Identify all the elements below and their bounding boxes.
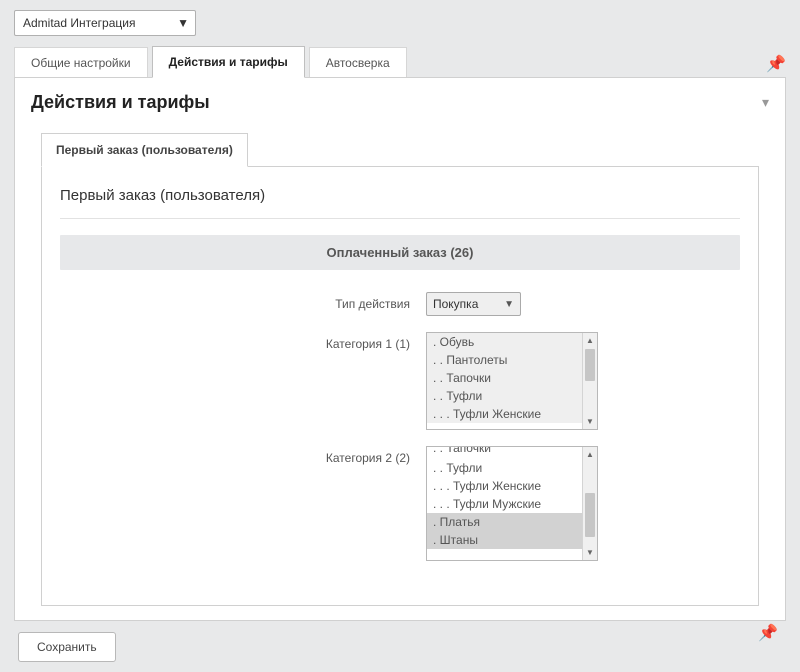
scroll-up-icon[interactable]: ▲ [583,447,597,462]
scroll-down-icon[interactable]: ▼ [583,545,597,560]
row-category-1: Категория 1 (1) . Обувь . . Пантолеты . … [60,332,740,430]
top-bar: Admitad Интеграция ▼ [0,0,800,46]
save-button[interactable]: Сохранить [18,632,116,662]
divider [60,218,740,219]
tab-general[interactable]: Общие настройки [14,47,148,78]
panel-title: Действия и тарифы [31,92,210,113]
select-action-type[interactable]: Покупка ▼ [426,292,521,316]
row-category-2: Категория 2 (2) . . Тапочки . . Туфли . … [60,446,740,561]
list-item[interactable]: . Платья [427,513,597,531]
label-category-2: Категория 2 (2) [60,446,426,465]
outer-tabs: Общие настройки Действия и тарифы Автосв… [0,46,800,78]
label-category-1: Категория 1 (1) [60,332,426,351]
list-item[interactable]: . . . Туфли Мужские [427,495,597,513]
tab-actions[interactable]: Действия и тарифы [152,46,305,78]
listbox-inner: . . Тапочки . . Туфли . . . Туфли Женски… [427,447,597,549]
list-item[interactable]: . . Туфли [427,387,597,405]
footer: Сохранить [0,622,800,672]
list-item[interactable]: . . . Туфли Женские [427,405,597,423]
list-item[interactable]: . . Туфли [427,459,597,477]
order-banner: Оплаченный заказ (26) [60,235,740,270]
row-action-type: Тип действия Покупка ▼ [60,292,740,316]
tab-autocheck[interactable]: Автосверка [309,47,407,78]
list-item[interactable]: . Штаны [427,531,597,549]
sub-panel: Первый заказ (пользователя) Оплаченный з… [41,166,759,606]
pin-icon[interactable]: 📌 [758,623,778,643]
main-panel: Действия и тарифы ▾ Первый заказ (пользо… [14,77,786,621]
list-item[interactable]: . Обувь [427,333,597,351]
scroll-down-icon[interactable]: ▼ [583,414,597,429]
listbox-inner: . Обувь . . Пантолеты . . Тапочки . . Ту… [427,333,597,423]
module-select-label: Admitad Интеграция [23,16,135,30]
panel-header: Действия и тарифы ▾ [15,78,785,119]
list-item[interactable]: . . Тапочки [427,447,597,457]
list-item[interactable]: . . Тапочки [427,369,597,387]
module-select[interactable]: Admitad Интеграция ▼ [14,10,196,36]
select-action-type-value: Покупка [433,297,478,311]
label-action-type: Тип действия [60,292,426,311]
sub-tab-first-order[interactable]: Первый заказ (пользователя) [41,133,248,167]
scrollbar[interactable]: ▲ ▼ [582,447,597,560]
scroll-thumb[interactable] [585,493,595,537]
listbox-category-2[interactable]: . . Тапочки . . Туфли . . . Туфли Женски… [426,446,598,561]
collapse-icon[interactable]: ▾ [762,94,769,111]
caret-down-icon: ▼ [504,299,514,310]
list-item[interactable]: . . Пантолеты [427,351,597,369]
sub-title: Первый заказ (пользователя) [60,183,740,218]
scroll-up-icon[interactable]: ▲ [583,333,597,348]
scroll-thumb[interactable] [585,349,595,381]
pin-icon[interactable]: 📌 [766,54,786,74]
panel-body: Первый заказ (пользователя) Первый заказ… [15,119,785,620]
list-item[interactable]: . . . Туфли Женские [427,477,597,495]
listbox-category-1[interactable]: . Обувь . . Пантолеты . . Тапочки . . Ту… [426,332,598,430]
scrollbar[interactable]: ▲ ▼ [582,333,597,429]
caret-down-icon: ▼ [177,16,189,30]
sub-tabs: Первый заказ (пользователя) [41,133,759,167]
